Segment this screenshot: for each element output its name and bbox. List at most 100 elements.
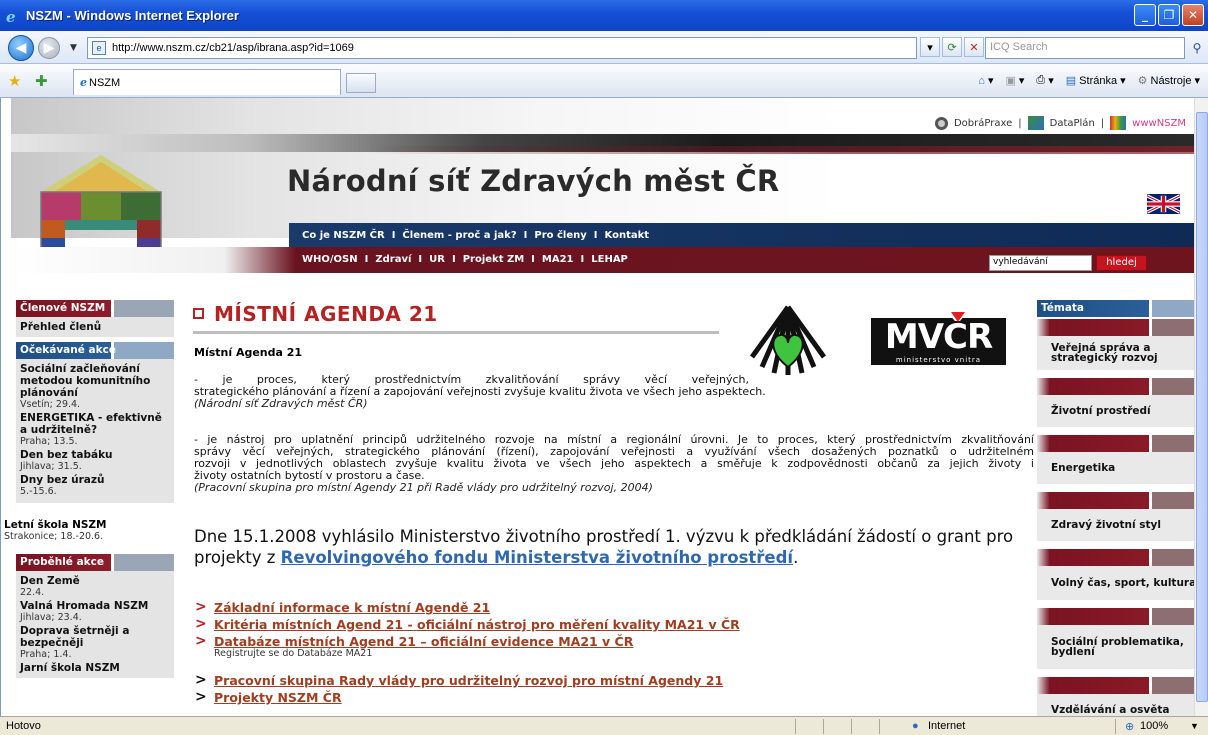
link-projekty[interactable]: Projekty NSZM ČR	[214, 690, 342, 705]
ie-logo-icon: e	[6, 7, 16, 26]
tab-nszm[interactable]: e NSZM	[73, 69, 341, 95]
past-event-link[interactable]: Doprava šetrněji a bezpečněji	[20, 625, 170, 649]
menu-pro-cleny[interactable]: Pro členy	[534, 230, 586, 241]
menu-clenem[interactable]: Členem - proč a jak?	[402, 230, 516, 241]
link-zakladni-informace[interactable]: Základní informace k místní Agendě 21	[214, 600, 490, 615]
chevron-right-icon: >	[195, 672, 207, 688]
topic-item[interactable]: Vzdělávání a osvěta	[1037, 694, 1197, 716]
topic-item[interactable]: Životní prostředí	[1037, 395, 1197, 427]
topics-heading: Témata	[1037, 300, 1197, 317]
zoom-dropdown-icon[interactable]: ▼	[1190, 721, 1199, 731]
menu-who-osn[interactable]: WHO/OSN	[302, 254, 358, 265]
page-title-text: MÍSTNÍ AGENDA 21	[214, 302, 438, 326]
members-overview-link[interactable]: Přehled členů	[20, 321, 170, 333]
title-rule	[193, 331, 719, 334]
mvcr-logo-text: MVČR	[871, 318, 1006, 356]
past-event-link[interactable]: Den Země	[20, 575, 170, 587]
topic-item[interactable]: Energetika	[1037, 452, 1197, 484]
event-meta: Vsetín; 29.4.	[20, 399, 81, 410]
event-link[interactable]: Den bez tabáku	[20, 449, 170, 461]
search-icon[interactable]: ⚲	[1188, 37, 1206, 59]
topic-bar	[1037, 492, 1197, 509]
maximize-button[interactable]: ❐	[1158, 4, 1180, 26]
wwwnszm-link[interactable]: wwwNSZM	[1132, 118, 1186, 129]
tab-row: ★ ✚ e NSZM ⌂ ▾ ▣ ▾ ⎙ ▾ ▤ Stránka ▾ ⚙ Nástr…	[0, 64, 1208, 98]
dataplan-link[interactable]: DataPlán	[1050, 118, 1095, 129]
event-link[interactable]: ENERGETIKA - efektivně a udržitelně?	[20, 412, 170, 436]
dobrapraxe-link[interactable]: DobráPraxe	[954, 118, 1012, 129]
past-event-meta: 22.4.	[20, 587, 45, 598]
home-button[interactable]: ⌂ ▾	[978, 74, 993, 88]
paragraph-2-source: (Pracovní skupina pro místní Agendy 21 p…	[194, 481, 653, 494]
school-link[interactable]: Letní škola NSZM	[4, 519, 174, 531]
topic-bar	[1037, 549, 1197, 566]
menu-ur[interactable]: UR	[429, 254, 445, 265]
menu-lehap[interactable]: LEHAP	[591, 254, 628, 265]
favorites-star-icon[interactable]: ★	[8, 72, 21, 90]
zoom-level[interactable]: 100%	[1140, 720, 1168, 732]
section-heading: Místní Agenda 21	[194, 346, 303, 359]
title-bar: e NSZM - Windows Internet Explorer _ ❐ ✕	[0, 0, 1208, 31]
forward-button[interactable]: ▶	[38, 37, 60, 59]
status-text: Hotovo	[6, 720, 41, 732]
dataplan-icon	[1027, 116, 1044, 130]
print-button[interactable]: ⎙ ▾	[1036, 74, 1053, 87]
topic-bar	[1037, 319, 1197, 336]
page-title: MÍSTNÍ AGENDA 21	[193, 302, 438, 326]
topic-item[interactable]: Zdravý životní styl	[1037, 509, 1197, 541]
topic-bar	[1037, 378, 1197, 395]
zone-text: Internet	[928, 720, 966, 732]
topic-item[interactable]: Veřejná správa a strategický rozvoj	[1037, 336, 1197, 370]
revolving-fund-link[interactable]: Revolvingového fondu Ministerstva životn…	[281, 548, 793, 567]
nszm-logo[interactable]	[36, 150, 166, 260]
scrollbar-thumb[interactable]	[1196, 112, 1208, 702]
mvcr-logo[interactable]: MVČR ministerstvo vnitra	[871, 312, 1006, 365]
back-button[interactable]: ◀	[8, 35, 34, 61]
link-pracovni-skupina[interactable]: Pracovní skupina Rady vlády pro udržitel…	[214, 673, 723, 688]
minimize-button[interactable]: _	[1134, 4, 1156, 26]
site-search-button[interactable]: hledej	[1096, 255, 1147, 271]
menu-co-je-nszm[interactable]: Co je NSZM ČR	[302, 230, 385, 241]
address-dropdown-button[interactable]: ▾	[920, 37, 940, 57]
link-databaze[interactable]: Databáze místních Agend 21 – oficiální e…	[214, 634, 633, 649]
link-kriteria[interactable]: Kritéria místních Agend 21 - oficiální n…	[214, 617, 740, 632]
mvcr-red-marker	[951, 312, 965, 322]
add-favorites-icon[interactable]: ✚	[35, 72, 48, 90]
english-flag-icon[interactable]	[1147, 194, 1180, 214]
history-dropdown-icon[interactable]: ▼	[70, 43, 77, 53]
vertical-scrollbar[interactable]	[1194, 98, 1208, 716]
menu-kontakt[interactable]: Kontakt	[605, 230, 650, 241]
event-link[interactable]: Sociální začleňování metodou komunitního…	[20, 363, 170, 399]
members-heading: Členové NSZM	[16, 300, 174, 317]
menu-ma21[interactable]: MA21	[542, 254, 574, 265]
feeds-button[interactable]: ▣ ▾	[1005, 74, 1024, 87]
page-menu-button[interactable]: ▤ Stránka ▾	[1065, 74, 1126, 88]
past-event-link[interactable]: Valná Hromada NSZM	[20, 600, 170, 612]
refresh-button[interactable]: ⟳	[942, 37, 962, 57]
tools-menu-button[interactable]: ⚙ Nástroje ▾	[1138, 74, 1200, 88]
main-menu: Co je NSZM ČR I Členem - proč a jak? I Pro…	[289, 223, 1197, 247]
site-search-input[interactable]: vyhledávání	[989, 255, 1092, 271]
tab-label: NSZM	[89, 76, 121, 89]
event-link[interactable]: Dny bez úrazů	[20, 474, 170, 486]
address-field[interactable]: e http://www.nszm.cz/cb21/asp/ibrana.asp…	[87, 37, 917, 59]
new-tab-button[interactable]	[346, 73, 376, 93]
printer-icon: ⎙	[1036, 74, 1046, 86]
menu-projekt-zm[interactable]: Projekt ZM	[463, 254, 524, 265]
register-note: Registrujte se do Databáze MA21	[214, 648, 373, 659]
announcement: Dne 15.1.2008 vyhlásilo Ministerstvo živ…	[194, 526, 1034, 568]
event-meta: Jihlava; 31.5.	[20, 461, 82, 472]
page-menu-icon: ▤	[1065, 75, 1077, 87]
tab-ie-icon: e	[80, 76, 87, 89]
ma21-leaf-logo	[749, 305, 827, 375]
chevron-right-icon: >	[195, 689, 207, 705]
close-button[interactable]: ✕	[1182, 4, 1204, 26]
topic-item[interactable]: Volný čas, sport, kultura	[1037, 566, 1197, 600]
past-event-link[interactable]: Jarní škola NSZM	[20, 662, 170, 674]
menu-zdravi[interactable]: Zdraví	[375, 254, 411, 265]
related-links: > Základní informace k místní Agendě 21 >…	[194, 599, 740, 707]
search-input[interactable]: ICQ Search	[985, 37, 1185, 59]
status-bar: Hotovo ● Internet ⊕ 100% ▼	[0, 716, 1208, 735]
stop-button[interactable]: ✕	[964, 37, 984, 57]
topic-item[interactable]: Sociální problematika, bydlení	[1037, 625, 1197, 669]
